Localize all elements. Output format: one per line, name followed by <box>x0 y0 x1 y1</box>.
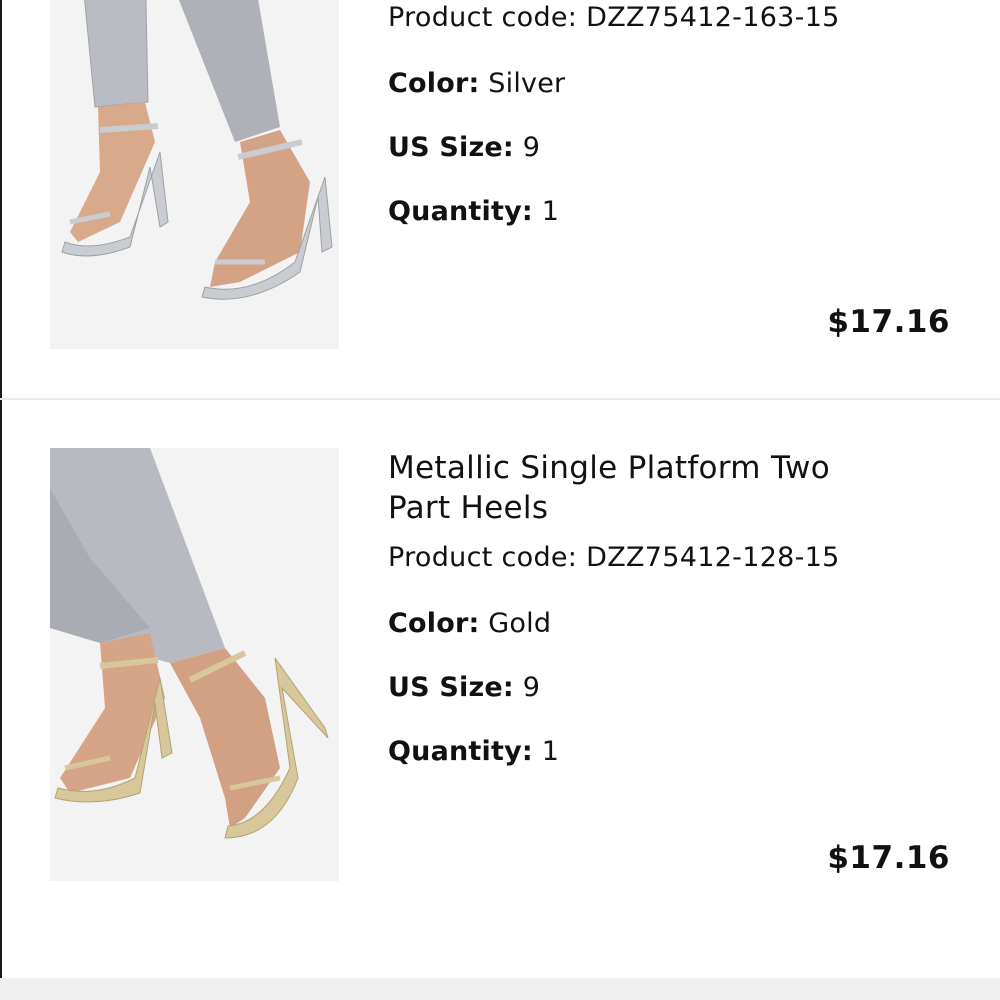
size-line: US Size: 9 <box>388 670 858 706</box>
color-value: Silver <box>488 68 566 99</box>
color-label: Color: <box>388 68 480 99</box>
product-info: Metallic Single Platform Two Part Heels … <box>388 448 858 770</box>
color-label: Color: <box>388 608 480 639</box>
bottom-bar <box>0 978 1000 1000</box>
quantity-label: Quantity: <box>388 196 533 227</box>
product-code-line: Product code: DZZ75412-128-15 <box>388 540 858 576</box>
size-value: 9 <box>522 672 541 703</box>
color-line: Color: Silver <box>388 66 858 102</box>
size-line: US Size: 9 <box>388 130 858 166</box>
item-price: $17.16 <box>827 304 950 340</box>
size-label: US Size: <box>388 132 514 163</box>
size-value: 9 <box>522 132 541 163</box>
quantity-label: Quantity: <box>388 736 533 767</box>
size-label: US Size: <box>388 672 514 703</box>
cart-item: Product code: DZZ75412-163-15 Color: Sil… <box>0 0 1000 400</box>
heels-illustration <box>50 448 339 881</box>
color-value: Gold <box>488 608 552 639</box>
heels-illustration <box>50 0 339 349</box>
product-code-line: Product code: DZZ75412-163-15 <box>388 0 858 36</box>
cart-item: Metallic Single Platform Two Part Heels … <box>0 400 1000 978</box>
color-line: Color: Gold <box>388 606 858 642</box>
cart-page: Product code: DZZ75412-163-15 Color: Sil… <box>0 0 1000 1000</box>
product-code-label: Product code: <box>388 542 578 573</box>
product-image-gold-heels[interactable] <box>50 448 339 881</box>
product-code-value: DZZ75412-128-15 <box>586 542 840 573</box>
quantity-line: Quantity: 1 <box>388 734 858 770</box>
product-title[interactable]: Metallic Single Platform Two Part Heels <box>388 448 858 528</box>
product-info: Product code: DZZ75412-163-15 Color: Sil… <box>388 0 858 230</box>
quantity-line: Quantity: 1 <box>388 194 858 230</box>
quantity-value: 1 <box>541 196 560 227</box>
item-price: $17.16 <box>827 840 950 876</box>
product-code-label: Product code: <box>388 2 578 33</box>
quantity-value: 1 <box>541 736 560 767</box>
product-image-silver-heels[interactable] <box>50 0 339 349</box>
product-code-value: DZZ75412-163-15 <box>586 2 840 33</box>
